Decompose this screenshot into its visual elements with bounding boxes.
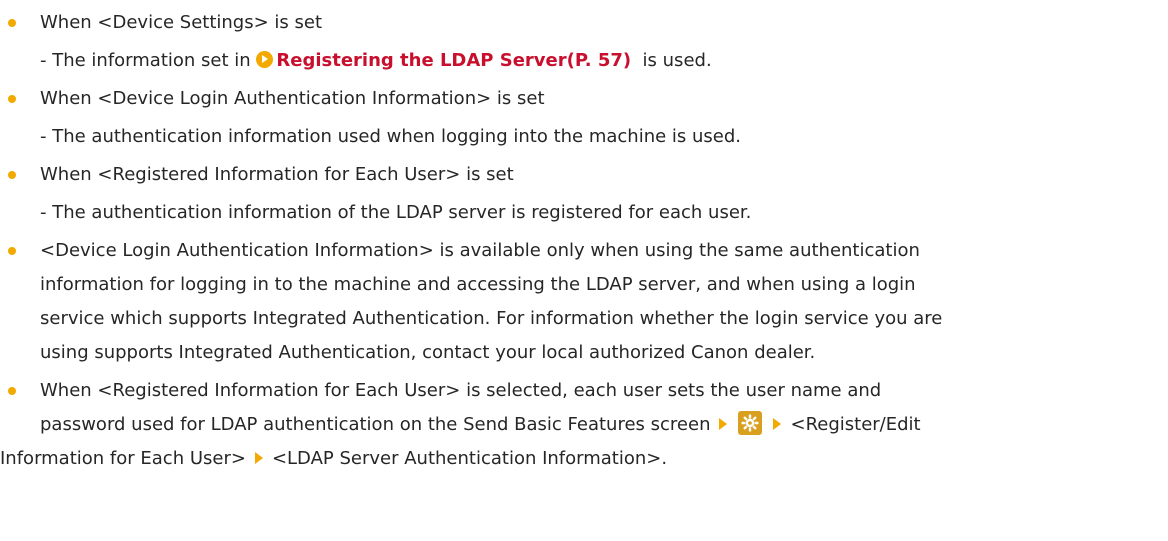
- paragraph-line: When <Registered Information for Each Us…: [40, 380, 882, 401]
- triangle-right-icon: [773, 418, 782, 430]
- list-item: When <Device Settings> is set: [0, 6, 1168, 40]
- document-body: When <Device Settings> is set - The info…: [0, 0, 1168, 476]
- item-heading: When <Device Settings> is set: [40, 12, 323, 33]
- triangle-right-icon: [719, 418, 728, 430]
- list-item: <Device Login Authentication Information…: [0, 234, 1168, 370]
- paragraph-line: using supports Integrated Authentication…: [40, 342, 816, 363]
- paragraph-line: service which supports Integrated Authen…: [40, 308, 943, 329]
- bullet-icon: [8, 387, 16, 395]
- gear-icon: [738, 411, 763, 435]
- paragraph-line: information for logging in to the machin…: [40, 274, 916, 295]
- paragraph-line: Information for Each User> <LDAP Server A…: [0, 442, 1168, 476]
- list-item: When <Device Login Authentication Inform…: [0, 82, 1168, 116]
- bullet-icon: [8, 19, 16, 27]
- sub-item-prefix: - The information set in: [40, 50, 257, 71]
- line-text: <LDAP Server Authentication Information>…: [271, 448, 668, 469]
- bullet-icon: [8, 95, 16, 103]
- triangle-right-icon: [254, 452, 263, 464]
- sub-item-text: - The authentication information of the …: [40, 202, 752, 223]
- line-text: password used for LDAP authentication on…: [40, 414, 711, 435]
- sub-item-text: - The authentication information used wh…: [40, 126, 742, 147]
- sub-item-text: - The information set in Registering the…: [40, 44, 1168, 78]
- sub-list-item: - The authentication information of the …: [0, 196, 1168, 230]
- bullet-icon: [8, 247, 16, 255]
- list-item: When <Registered Information for Each Us…: [0, 158, 1168, 192]
- item-heading: When <Registered Information for Each Us…: [40, 164, 514, 185]
- bullet-icon: [8, 171, 16, 179]
- link-arrow-icon[interactable]: [256, 51, 274, 68]
- line-text: <Register/Edit: [790, 414, 921, 435]
- line-text: Information for Each User>: [0, 448, 246, 469]
- paragraph-line: password used for LDAP authentication on…: [40, 408, 1168, 442]
- sub-list-item: - The authentication information used wh…: [0, 120, 1168, 154]
- paragraph-line: <Device Login Authentication Information…: [40, 240, 920, 261]
- sub-list-item: - The information set in Registering the…: [0, 44, 1168, 78]
- sub-item-suffix: is used.: [631, 50, 712, 71]
- item-heading: When <Device Login Authentication Inform…: [40, 88, 545, 109]
- list-item: When <Registered Information for Each Us…: [0, 374, 1168, 476]
- registering-ldap-server-link[interactable]: Registering the LDAP Server(P. 57): [276, 50, 631, 71]
